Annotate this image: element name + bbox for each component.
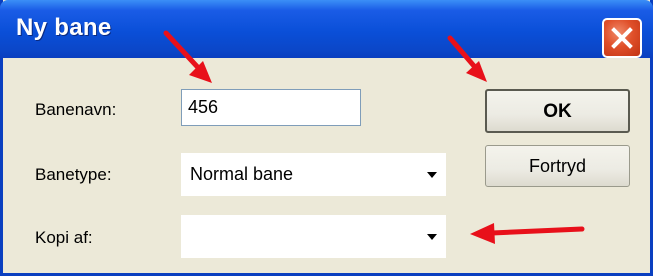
copy-label: Kopi af: (35, 228, 93, 247)
name-label: Banenavn: (35, 100, 117, 119)
close-button[interactable] (602, 18, 642, 58)
type-label: Banetype: (35, 165, 112, 184)
dialog-title: Ny bane (16, 14, 112, 41)
dialog-window: Ny bane Banenavn: Banetype: Normal bane … (0, 0, 653, 276)
copy-dropdown[interactable] (181, 215, 446, 258)
ok-button[interactable]: OK (485, 89, 630, 133)
type-dropdown-value: Normal bane (190, 164, 294, 184)
copy-dropdown-button[interactable] (418, 215, 446, 258)
title-bar[interactable]: Ny bane (0, 0, 653, 58)
dropdown-arrow-icon (427, 234, 437, 240)
dropdown-arrow-icon (427, 172, 437, 178)
type-dropdown-button[interactable] (418, 153, 446, 196)
type-dropdown[interactable]: Normal bane (181, 153, 446, 196)
dialog-body: Banenavn: Banetype: Normal bane Kopi af:… (3, 58, 650, 273)
name-input[interactable] (181, 89, 361, 126)
close-icon (611, 27, 633, 49)
cancel-button[interactable]: Fortryd (485, 145, 630, 187)
